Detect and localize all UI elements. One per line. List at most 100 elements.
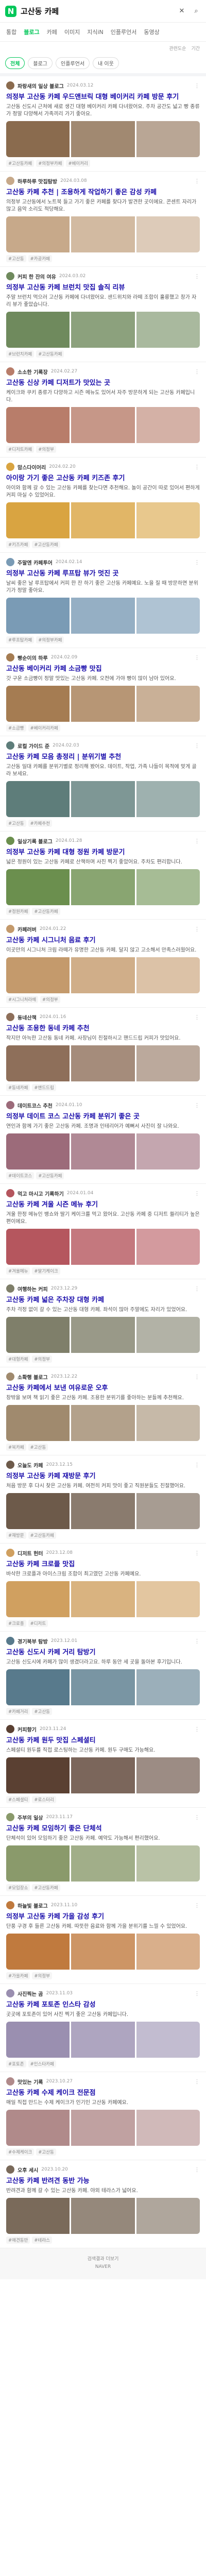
- avatar[interactable]: [6, 272, 14, 280]
- post-title[interactable]: 의정부 고산동 카페 우드앤브릭 대형 베이커리 카페 방문 후기: [6, 93, 200, 101]
- hashtag[interactable]: #의정부카페: [36, 636, 64, 643]
- author-name[interactable]: 먹고 마시고 기록하기: [18, 1190, 64, 1197]
- hashtag[interactable]: #고산동카페: [36, 1172, 64, 1179]
- thumbnail-image[interactable]: [71, 312, 135, 348]
- thumbnail-image[interactable]: [136, 1317, 200, 1353]
- hashtag[interactable]: #재방문: [6, 1532, 26, 1539]
- hashtag[interactable]: #동네카페: [6, 1084, 30, 1091]
- avatar[interactable]: [6, 837, 14, 845]
- thumbnail-image[interactable]: [71, 2110, 135, 2146]
- hashtag[interactable]: #베이커리: [66, 160, 90, 167]
- hashtag[interactable]: #인스타카페: [28, 2060, 56, 2067]
- author-name[interactable]: 맛있는 기록: [18, 2078, 43, 2086]
- hashtag[interactable]: #의정부: [32, 1355, 52, 1363]
- thumbnail-image[interactable]: [71, 781, 135, 817]
- post-thumbnails[interactable]: [6, 312, 200, 348]
- post-thumbnails[interactable]: [6, 781, 200, 817]
- more-icon[interactable]: ⋮: [194, 1190, 200, 1197]
- thumbnail-image[interactable]: [71, 1934, 135, 1970]
- blog-post[interactable]: 커피향기 2023.11.24 ⋮ 고산동 카페 원두 맛집 스페셜티 스페셜티 원두를…: [0, 1720, 206, 1808]
- thumbnail-image[interactable]: [6, 1045, 70, 1081]
- more-icon[interactable]: ⋮: [194, 838, 200, 844]
- hashtag[interactable]: #고산동: [32, 1708, 52, 1715]
- post-thumbnails[interactable]: [6, 2110, 200, 2146]
- post-thumbnails[interactable]: [6, 1669, 200, 1705]
- hashtag[interactable]: #카공카페: [28, 255, 52, 262]
- author-name[interactable]: 하루하루 맛집탐방: [18, 177, 57, 185]
- post-thumbnails[interactable]: [6, 1581, 200, 1617]
- hashtag[interactable]: #고산동카페: [6, 160, 35, 167]
- blog-post[interactable]: 디저트 헌터 2023.12.08 ⋮ 고산동 카페 크로플 맛집 바삭한 크로플과 아…: [0, 1544, 206, 1632]
- author-name[interactable]: 디저트 헌터: [18, 1549, 43, 1557]
- more-icon[interactable]: ⋮: [194, 1102, 200, 1109]
- blog-post[interactable]: 로컬 가이드 준 2024.02.03 ⋮ 고산동 카페 모음 총정리 | 분위기별 …: [0, 736, 206, 832]
- thumbnail-image[interactable]: [71, 1845, 135, 1882]
- hashtag[interactable]: #디저트: [28, 1620, 48, 1627]
- more-icon[interactable]: ⋮: [194, 368, 200, 375]
- thumbnail-image[interactable]: [6, 1581, 70, 1617]
- thumbnail-image[interactable]: [136, 1757, 200, 1793]
- blog-post[interactable]: 맘스다이어리 2024.02.20 ⋮ 아이랑 가기 좋은 고산동 카페 키즈존 후기…: [0, 457, 206, 553]
- more-icon[interactable]: ⋮: [194, 559, 200, 566]
- blog-post[interactable]: 여행하는 커피 2023.12.29 ⋮ 고산동 카페 넓은 주차장 대형 카페 주차 …: [0, 1279, 206, 1367]
- thumbnail-image[interactable]: [136, 121, 200, 157]
- thumbnail-image[interactable]: [136, 216, 200, 252]
- thumbnail-image[interactable]: [71, 1317, 135, 1353]
- author-name[interactable]: 카페러버: [18, 925, 37, 933]
- hashtag[interactable]: #카페추천: [28, 820, 52, 827]
- hashtag[interactable]: #고산동카페: [36, 350, 64, 358]
- hashtag[interactable]: #모임장소: [6, 1884, 30, 1891]
- tab-item[interactable]: 인플루언서: [111, 28, 137, 36]
- thumbnail-image[interactable]: [6, 407, 70, 443]
- post-title[interactable]: 고산동 카페 원두 맛집 스페셜티: [6, 1736, 200, 1745]
- thumbnail-image[interactable]: [6, 216, 70, 252]
- author-name[interactable]: 일상기록 블로그: [18, 837, 53, 845]
- search-icon[interactable]: ⌕: [192, 7, 201, 16]
- thumbnail-image[interactable]: [136, 686, 200, 722]
- more-icon[interactable]: ⋮: [194, 654, 200, 661]
- post-thumbnails[interactable]: [6, 598, 200, 634]
- thumbnail-image[interactable]: [136, 2110, 200, 2146]
- sort-option[interactable]: 관련도순: [169, 45, 186, 52]
- avatar[interactable]: [6, 653, 14, 662]
- thumbnail-image[interactable]: [136, 1229, 200, 1265]
- thumbnail-image[interactable]: [71, 502, 135, 538]
- post-title[interactable]: 고산동 조용한 동네 카페 추천: [6, 1024, 200, 1033]
- thumbnail-image[interactable]: [136, 1045, 200, 1081]
- blog-post[interactable]: 사진찍는 곰 2023.11.03 ⋮ 고산동 카페 포토존 인스타 감성 곳곳에 포토…: [0, 1984, 206, 2072]
- post-thumbnails[interactable]: [6, 2198, 200, 2234]
- tab-item[interactable]: 동영상: [144, 28, 159, 36]
- filter-chip[interactable]: 내 이웃: [93, 57, 119, 69]
- post-thumbnails[interactable]: [6, 1045, 200, 1081]
- author-name[interactable]: 오늘도 카페: [18, 1461, 43, 1469]
- naver-logo[interactable]: N: [5, 5, 16, 17]
- thumbnail-image[interactable]: [6, 1845, 70, 1882]
- more-icon[interactable]: ⋮: [194, 2166, 200, 2173]
- thumbnail-image[interactable]: [71, 216, 135, 252]
- post-title[interactable]: 고산동 카페 수제 케이크 전문점: [6, 2089, 200, 2097]
- thumbnail-image[interactable]: [71, 1133, 135, 1170]
- thumbnail-image[interactable]: [136, 1934, 200, 1970]
- hashtag[interactable]: #시그니처라떼: [6, 996, 39, 1003]
- tab-item[interactable]: 이미지: [64, 28, 80, 36]
- thumbnail-image[interactable]: [71, 598, 135, 634]
- thumbnail-image[interactable]: [6, 2198, 70, 2234]
- thumbnail-image[interactable]: [6, 686, 70, 722]
- hashtag[interactable]: #의정부: [32, 1972, 52, 1979]
- thumbnail-image[interactable]: [6, 957, 70, 993]
- more-icon[interactable]: ⋮: [194, 1014, 200, 1021]
- thumbnail-image[interactable]: [136, 2198, 200, 2234]
- blog-post[interactable]: 오후 세시 2023.10.20 ⋮ 고산동 카페 반려견 동반 가능 반려견과 함께 …: [0, 2160, 206, 2248]
- post-thumbnails[interactable]: [6, 1229, 200, 1265]
- thumbnail-image[interactable]: [136, 312, 200, 348]
- avatar[interactable]: [6, 1013, 14, 1021]
- thumbnail-image[interactable]: [136, 598, 200, 634]
- hashtag[interactable]: #고산동: [6, 255, 26, 262]
- blog-post[interactable]: 맛있는 기록 2023.10.27 ⋮ 고산동 카페 수제 케이크 전문점 매일 직접 …: [0, 2072, 206, 2160]
- thumbnail-image[interactable]: [71, 957, 135, 993]
- thumbnail-image[interactable]: [71, 1045, 135, 1081]
- avatar[interactable]: [6, 1372, 14, 1381]
- more-icon[interactable]: ⋮: [194, 1638, 200, 1645]
- more-icon[interactable]: ⋮: [194, 926, 200, 933]
- avatar[interactable]: [6, 81, 14, 90]
